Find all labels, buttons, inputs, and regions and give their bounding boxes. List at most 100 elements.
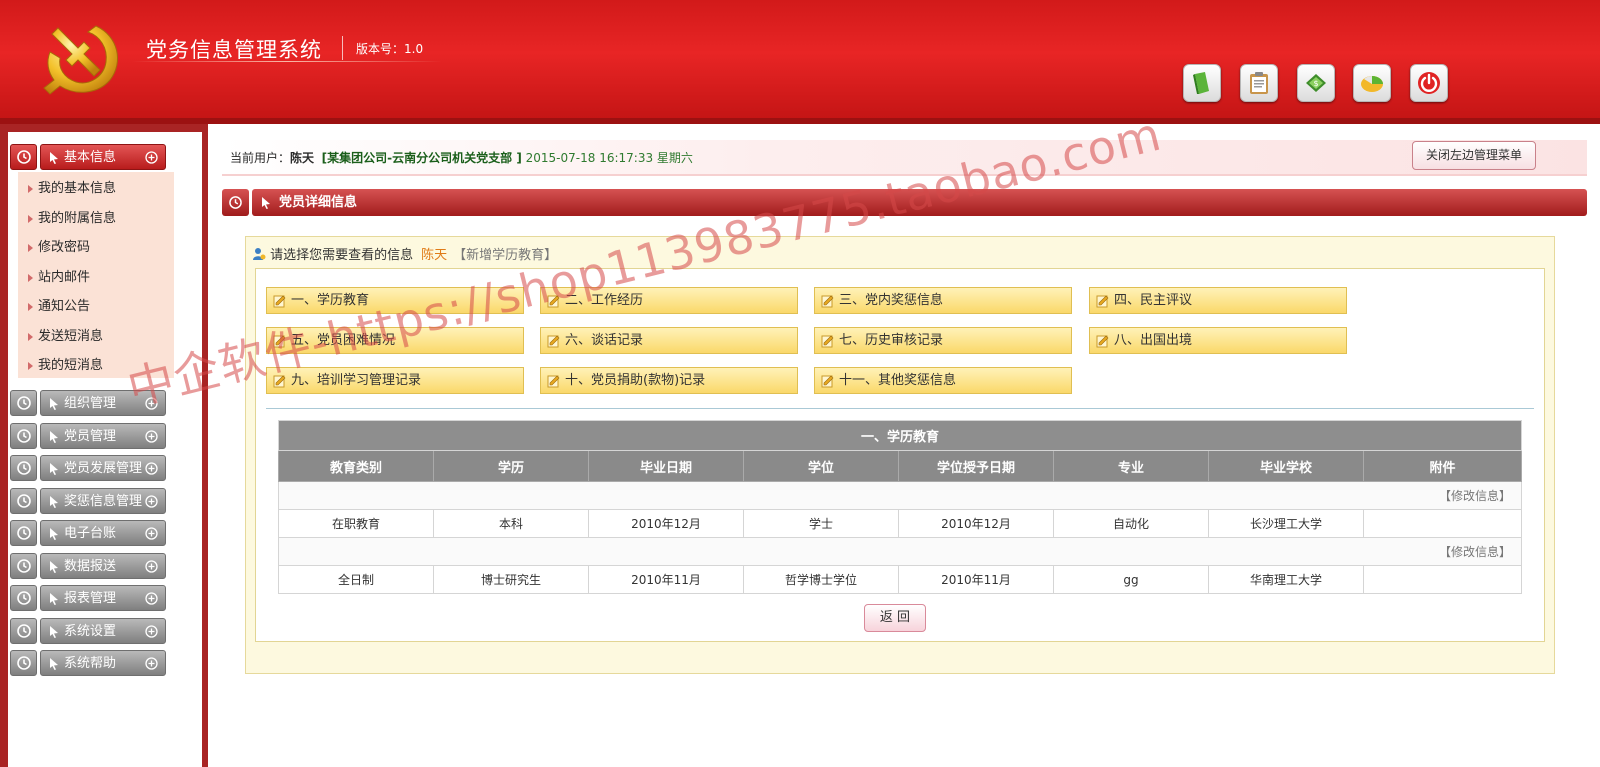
clock-icon — [10, 144, 37, 170]
category-button[interactable]: 二、工作经历 — [540, 287, 798, 314]
menu-item[interactable]: 组织管理 — [10, 390, 176, 416]
category-label: 十、党员捐助(款物)记录 — [565, 373, 706, 388]
edit-info-link[interactable]: 【修改信息】 — [277, 481, 1523, 510]
menu-label[interactable]: 系统帮助 — [40, 650, 166, 676]
menu-item[interactable]: 系统帮助 — [10, 650, 176, 676]
menu-item[interactable]: 党员发展管理 — [10, 455, 176, 481]
current-user-label: 当前用户： — [230, 151, 291, 165]
category-button[interactable]: 六、谈话记录 — [540, 327, 798, 354]
menu-basic-info[interactable]: 基本信息 — [10, 144, 176, 170]
category-label: 十一、其他奖惩信息 — [839, 373, 957, 388]
menu-item[interactable]: 报表管理 — [10, 585, 176, 611]
triangle-icon — [28, 244, 33, 252]
cursor-arrow-icon — [50, 528, 58, 540]
menu-label[interactable]: 奖惩信息管理 — [40, 488, 166, 514]
title-separator — [342, 36, 343, 60]
menu-item[interactable]: 奖惩信息管理 — [10, 488, 176, 514]
menu-label[interactable]: 系统设置 — [40, 618, 166, 644]
expand-plus-icon — [145, 560, 158, 573]
category-button[interactable]: 五、党员困难情况 — [266, 327, 524, 354]
triangle-icon — [28, 303, 33, 311]
column-header: 附件 — [1362, 450, 1523, 482]
submenu-item[interactable]: 我的基本信息 — [18, 175, 174, 203]
category-button[interactable]: 一、学历教育 — [266, 287, 524, 314]
menu-label-text: 基本信息 — [64, 150, 117, 165]
category-label: 九、培训学习管理记录 — [291, 373, 422, 388]
category-label: 一、学历教育 — [291, 293, 370, 308]
menu-label[interactable]: 组织管理 — [40, 390, 166, 416]
table-cell: 长沙理工大学 — [1208, 509, 1364, 538]
submenu-item[interactable]: 通知公告 — [18, 293, 174, 321]
cursor-arrow-icon — [50, 463, 58, 475]
clipboard-icon — [1250, 72, 1268, 94]
submenu-item[interactable]: 修改密码 — [18, 234, 174, 262]
triangle-icon — [28, 362, 33, 370]
table-cell: 2010年11月 — [588, 565, 744, 594]
party-emblem-icon — [43, 25, 118, 95]
column-header: 教育类别 — [278, 450, 434, 482]
category-button[interactable]: 四、民主评议 — [1089, 287, 1347, 314]
submenu-item[interactable]: 我的短消息 — [18, 352, 174, 380]
table-caption: 一、学历教育 — [277, 420, 1523, 451]
expand-plus-icon — [145, 397, 158, 410]
category-button[interactable]: 十、党员捐助(款物)记录 — [540, 367, 798, 394]
clipboard-button[interactable] — [1240, 64, 1278, 102]
category-button[interactable]: 十一、其他奖惩信息 — [814, 367, 1072, 394]
expand-plus-icon — [145, 592, 158, 605]
close-left-menu-button[interactable]: 关闭左边管理菜单 — [1412, 141, 1536, 170]
submenu-item[interactable]: 发送短消息 — [18, 323, 174, 351]
submenu-item[interactable]: 站内邮件 — [18, 264, 174, 292]
table-cell: 华南理工大学 — [1208, 565, 1364, 594]
table-cell: 学士 — [743, 509, 899, 538]
app-title: 党务信息管理系统 — [146, 38, 322, 62]
version-label: 版本号：1.0 — [356, 42, 424, 56]
money-icon: $ — [1306, 74, 1326, 92]
back-button[interactable]: 返 回 — [864, 604, 926, 632]
menu-label[interactable]: 电子台账 — [40, 520, 166, 546]
column-header: 学历 — [433, 450, 589, 482]
menu-label-text: 报表管理 — [64, 591, 117, 606]
expand-plus-icon — [145, 527, 158, 540]
power-icon — [1418, 72, 1440, 94]
svg-text:$: $ — [1314, 79, 1319, 88]
user-icon — [253, 248, 266, 260]
menu-item[interactable]: 数据报送 — [10, 553, 176, 579]
edit-note-icon — [273, 295, 286, 308]
money-button[interactable]: $ — [1297, 64, 1335, 102]
column-header: 学位 — [743, 450, 899, 482]
menu-label[interactable]: 数据报送 — [40, 553, 166, 579]
menu-item[interactable]: 系统设置 — [10, 618, 176, 644]
current-user-bar: 当前用户：陈天 [某集团公司-云南分公司机关党支部 ] 2015-07-18 1… — [222, 140, 1587, 176]
menu-label[interactable]: 基本信息 — [40, 144, 166, 170]
menu-item[interactable]: 电子台账 — [10, 520, 176, 546]
expand-plus-icon — [145, 625, 158, 638]
column-header: 毕业学校 — [1208, 450, 1364, 482]
menu-label-text: 组织管理 — [64, 396, 117, 411]
edit-info-link[interactable]: 【修改信息】 — [277, 537, 1523, 566]
edit-note-icon — [273, 335, 286, 348]
menu-label[interactable]: 党员管理 — [40, 423, 166, 449]
edit-note-icon — [547, 375, 560, 388]
chart-button[interactable] — [1353, 64, 1391, 102]
submenu-item[interactable]: 我的附属信息 — [18, 205, 174, 233]
category-label: 二、工作经历 — [565, 293, 644, 308]
table-cell: 在职教育 — [278, 509, 434, 538]
power-button[interactable] — [1410, 64, 1448, 102]
menu-item[interactable]: 党员管理 — [10, 423, 176, 449]
menu-label[interactable]: 党员发展管理 — [40, 455, 166, 481]
clock-icon — [10, 423, 37, 449]
category-button[interactable]: 九、培训学习管理记录 — [266, 367, 524, 394]
current-user-name: 陈天 — [290, 151, 315, 165]
category-button[interactable]: 七、历史审核记录 — [814, 327, 1072, 354]
menu-label[interactable]: 报表管理 — [40, 585, 166, 611]
book-button[interactable] — [1183, 64, 1221, 102]
add-education-link[interactable]: 【新增学历教育】 — [453, 248, 557, 263]
table-cell: 2010年11月 — [898, 565, 1054, 594]
edit-note-icon — [1096, 295, 1109, 308]
edit-row: 【修改信息】 — [277, 537, 1523, 566]
category-button[interactable]: 三、党内奖惩信息 — [814, 287, 1072, 314]
expand-plus-icon — [145, 151, 158, 164]
column-header: 毕业日期 — [588, 450, 744, 482]
basic-info-submenu: 我的基本信息 我的附属信息 修改密码 站内邮件 通知公告 发送短消息 我的短消息 — [18, 172, 174, 378]
category-button[interactable]: 八、出国出境 — [1089, 327, 1347, 354]
